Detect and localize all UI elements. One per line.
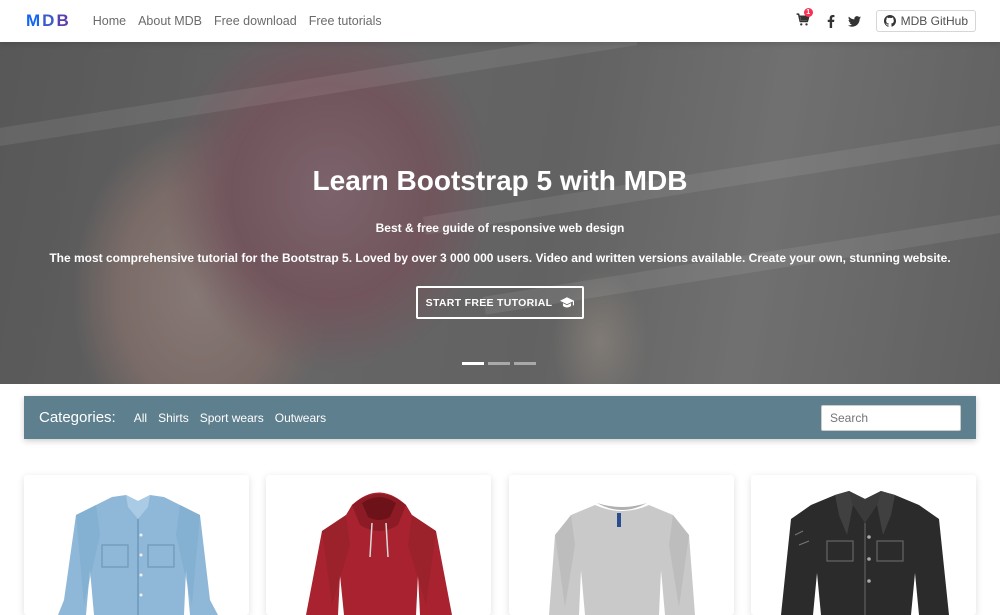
hero-description: The most comprehensive tutorial for the … — [49, 251, 951, 265]
twitter-icon[interactable] — [848, 14, 862, 28]
nav-links: Home About MDB Free download Free tutori… — [93, 14, 394, 28]
categories-title: Categories: — [39, 409, 116, 426]
nav-link-about[interactable]: About MDB — [138, 14, 202, 28]
start-free-tutorial-label: START FREE TUTORIAL — [425, 296, 553, 309]
hero-subtitle: Best & free guide of responsive web desi… — [375, 221, 625, 235]
product-card-red-hoodie[interactable] — [266, 475, 491, 615]
category-all[interactable]: All — [134, 411, 147, 425]
facebook-icon[interactable] — [824, 14, 838, 28]
category-outwears[interactable]: Outwears — [275, 411, 326, 425]
category-sport-wears[interactable]: Sport wears — [200, 411, 264, 425]
red-hoodie-image — [306, 492, 452, 615]
nav-right: 1 MDB GitHub — [796, 8, 976, 32]
carousel-indicator-2[interactable] — [488, 362, 510, 365]
brand-letter-m: M — [26, 11, 43, 30]
nav-link-home[interactable]: Home — [93, 14, 126, 28]
cart-button[interactable]: 1 — [796, 8, 813, 29]
github-button[interactable]: MDB GitHub — [875, 10, 976, 32]
hero-title: Learn Bootstrap 5 with MDB — [312, 165, 688, 196]
cart-count-badge: 1 — [803, 8, 813, 17]
search-input[interactable] — [821, 404, 961, 431]
carousel-indicator-3[interactable] — [514, 362, 536, 365]
product-card-grey-sweatshirt[interactable] — [509, 475, 734, 615]
product-card-denim-shirt[interactable] — [24, 475, 249, 615]
github-button-label: MDB GitHub — [900, 14, 968, 28]
grey-sweatshirt-image — [549, 503, 695, 615]
categories-bar: Categories: All Shirts Sport wears Outwe… — [24, 396, 976, 439]
navbar: MDB Home About MDB Free download Free tu… — [0, 0, 1000, 42]
github-icon — [883, 15, 896, 27]
hero-carousel[interactable]: Learn Bootstrap 5 with MDB Best & free g… — [0, 42, 1000, 384]
graduation-cap-icon — [560, 297, 575, 308]
start-free-tutorial-button[interactable]: START FREE TUTORIAL — [416, 286, 584, 319]
brand-letter-b: B — [56, 11, 71, 30]
nav-link-free-download[interactable]: Free download — [214, 14, 297, 28]
nav-link-free-tutorials[interactable]: Free tutorials — [309, 14, 382, 28]
hero-content: Learn Bootstrap 5 with MDB Best & free g… — [0, 42, 1000, 384]
product-card-black-denim-jacket[interactable] — [751, 475, 976, 615]
carousel-indicator-1[interactable] — [462, 362, 484, 365]
brand-logo[interactable]: MDB — [26, 11, 71, 31]
carousel-indicators — [462, 362, 540, 365]
category-shirts[interactable]: Shirts — [158, 411, 189, 425]
brand-letter-d: D — [42, 11, 57, 30]
denim-shirt-image — [58, 495, 218, 615]
black-denim-jacket-image — [781, 491, 949, 615]
